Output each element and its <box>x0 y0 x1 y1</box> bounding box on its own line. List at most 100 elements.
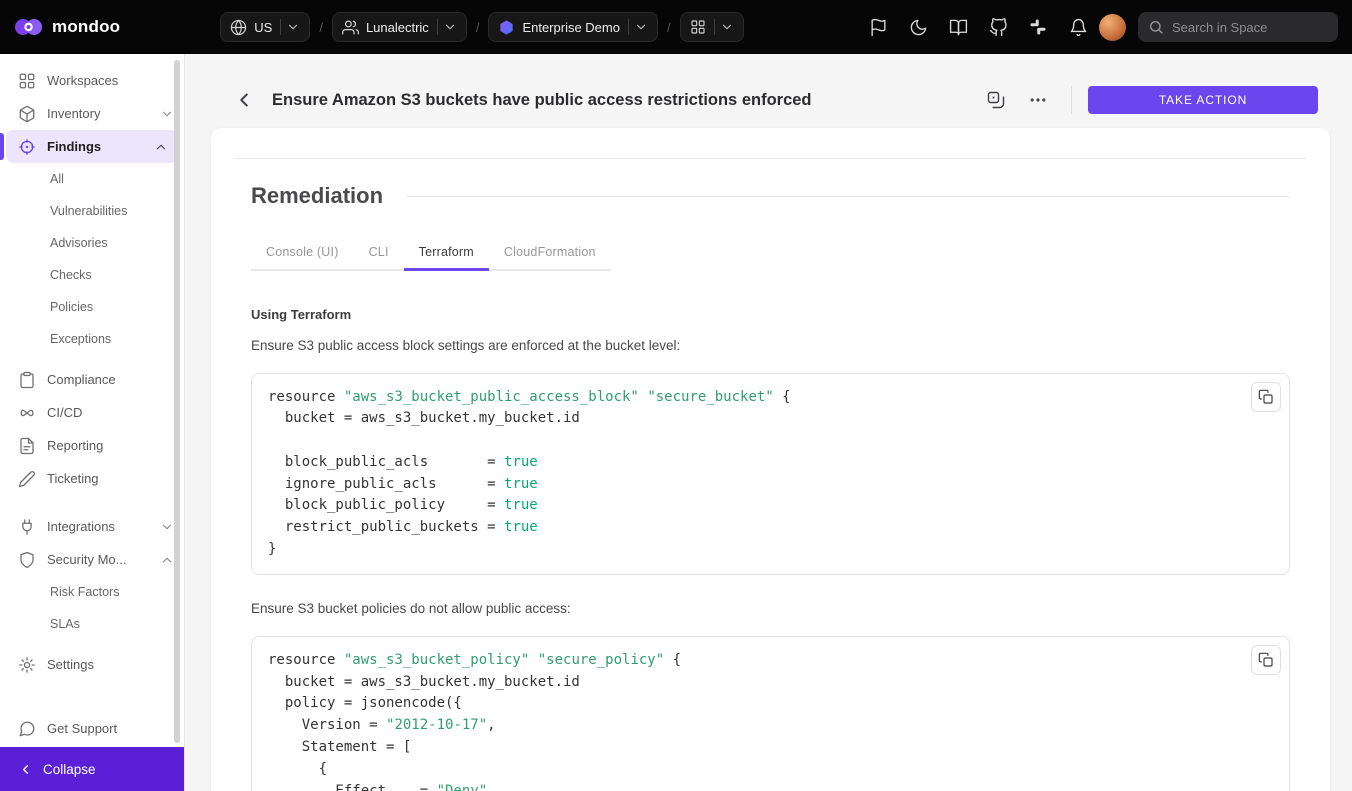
chevron-down-icon[interactable] <box>629 20 653 34</box>
space-selector[interactable]: Enterprise Demo <box>488 12 658 42</box>
ticketing-pen-icon <box>17 470 36 488</box>
chevron-up-icon <box>154 140 168 154</box>
page-header: Ensure Amazon S3 buckets have public acc… <box>185 54 1352 128</box>
sidebar-item-compliance[interactable]: Compliance <box>0 363 184 396</box>
region-label: US <box>254 20 272 35</box>
chevron-left-icon <box>18 762 33 777</box>
sidebar-item-label: Get Support <box>47 721 117 736</box>
breadcrumb-separator: / <box>667 20 671 35</box>
org-selector[interactable]: Lunalectric <box>332 12 467 42</box>
terraform-instruction-2: Ensure S3 bucket policies do not allow p… <box>251 601 1290 616</box>
sidebar-subitem-exceptions[interactable]: Exceptions <box>0 323 184 355</box>
back-button[interactable] <box>229 85 259 115</box>
topbar: mondoo US / Lunalectric <box>0 0 1352 54</box>
more-options-button[interactable] <box>1021 83 1055 117</box>
copy-code-button[interactable] <box>1251 382 1281 412</box>
sidebar-subitem-slas[interactable]: SLAs <box>0 608 184 640</box>
findings-icon <box>17 138 36 156</box>
topbar-actions <box>859 9 1126 45</box>
user-avatar[interactable] <box>1099 14 1126 41</box>
org-label: Lunalectric <box>366 20 429 35</box>
book-open-icon <box>949 18 968 37</box>
mondoo-logo-icon <box>14 14 44 40</box>
sidebar-item-cicd[interactable]: CI/CD <box>0 396 184 429</box>
sidebar-subitem-checks[interactable]: Checks <box>0 259 184 291</box>
organization-icon <box>342 19 359 36</box>
sidebar-item-reporting[interactable]: Reporting <box>0 429 184 462</box>
support-chat-icon <box>17 720 36 738</box>
sidebar-collapse-button[interactable]: Collapse <box>0 747 184 791</box>
view-selector[interactable] <box>680 12 744 42</box>
scan-copy-button[interactable] <box>979 83 1013 117</box>
flag-icon <box>869 18 888 37</box>
sidebar-item-label: Ticketing <box>47 471 99 486</box>
integrations-plug-icon <box>17 518 36 536</box>
workspaces-icon <box>17 72 36 90</box>
search-input[interactable] <box>1172 20 1348 35</box>
sidebar-subitem-all[interactable]: All <box>0 163 184 195</box>
chevron-down-icon[interactable] <box>438 20 462 34</box>
theme-toggle-button[interactable] <box>899 9 937 45</box>
notifications-button[interactable] <box>1059 9 1097 45</box>
search-box <box>1138 12 1338 42</box>
flag-button[interactable] <box>859 9 897 45</box>
shell: Workspaces Inventory Findings <box>0 54 1352 791</box>
sidebar-subitem-vulnerabilities[interactable]: Vulnerabilities <box>0 195 184 227</box>
tab-cloudformation[interactable]: CloudFormation <box>489 237 611 271</box>
chevron-down-icon[interactable] <box>281 20 305 34</box>
github-icon <box>989 18 1008 37</box>
section-divider <box>235 158 1306 159</box>
brand-name: mondoo <box>52 17 120 37</box>
reporting-icon <box>17 437 36 455</box>
sidebar-item-settings[interactable]: Settings <box>0 648 184 681</box>
security-model-shield-icon <box>17 551 36 569</box>
terraform-instruction-1: Ensure S3 public access block settings a… <box>251 338 1290 353</box>
sidebar-subitem-policies[interactable]: Policies <box>0 291 184 323</box>
sidebar-item-integrations[interactable]: Integrations <box>0 510 184 543</box>
slack-button[interactable] <box>1019 9 1057 45</box>
sidebar-item-label: Reporting <box>47 438 103 453</box>
header-divider <box>1071 86 1072 114</box>
chevron-down-icon <box>160 107 174 121</box>
sidebar-scrollbar[interactable] <box>174 60 180 743</box>
sidebar-item-label: Inventory <box>47 106 100 121</box>
sidebar-item-inventory[interactable]: Inventory <box>0 97 184 130</box>
tab-cli[interactable]: CLI <box>354 237 404 271</box>
breadcrumb-separator: / <box>476 20 480 35</box>
breadcrumb: US / Lunalectric / <box>220 12 743 42</box>
sidebar-item-findings[interactable]: Findings <box>6 130 178 163</box>
code-block-public-access-block: resource "aws_s3_bucket_public_access_bl… <box>251 373 1290 575</box>
copy-code-button[interactable] <box>1251 645 1281 675</box>
cicd-infinity-icon <box>17 404 36 422</box>
using-terraform-heading: Using Terraform <box>251 307 1290 322</box>
scrolled-section-remainder <box>251 128 1290 158</box>
copy-icon <box>1258 389 1274 405</box>
brand[interactable]: mondoo <box>14 14 120 40</box>
tab-terraform[interactable]: Terraform <box>404 237 489 271</box>
github-button[interactable] <box>979 9 1017 45</box>
region-selector[interactable]: US <box>220 12 310 42</box>
bell-icon <box>1069 18 1088 37</box>
terraform-code-1[interactable]: resource "aws_s3_bucket_public_access_bl… <box>268 387 1233 561</box>
take-action-button[interactable]: TAKE ACTION <box>1088 86 1318 114</box>
ellipsis-icon <box>1028 90 1048 110</box>
terraform-code-2[interactable]: resource "aws_s3_bucket_policy" "secure_… <box>268 650 1233 791</box>
sidebar-item-ticketing[interactable]: Ticketing <box>0 462 184 495</box>
sidebar-subitem-advisories[interactable]: Advisories <box>0 227 184 259</box>
sidebar-item-workspaces[interactable]: Workspaces <box>0 64 184 97</box>
heading-rule <box>407 196 1290 197</box>
remediation-heading: Remediation <box>251 183 383 209</box>
tab-console-ui[interactable]: Console (UI) <box>251 237 354 271</box>
sidebar-item-label: Settings <box>47 657 94 672</box>
sidebar-item-security-model[interactable]: Security Mo... <box>0 543 184 576</box>
docs-button[interactable] <box>939 9 977 45</box>
chevron-down-icon[interactable] <box>715 20 739 34</box>
sidebar-subitem-risk-factors[interactable]: Risk Factors <box>0 576 184 608</box>
app-root: mondoo US / Lunalectric <box>0 0 1352 791</box>
settings-gear-icon <box>17 656 36 674</box>
scan-copy-icon <box>986 90 1006 110</box>
remediation-section-header: Remediation <box>251 183 1290 209</box>
code-block-bucket-policy: resource "aws_s3_bucket_policy" "secure_… <box>251 636 1290 791</box>
sidebar-item-label: Findings <box>47 139 101 154</box>
sidebar-item-get-support[interactable]: Get Support <box>0 712 184 745</box>
